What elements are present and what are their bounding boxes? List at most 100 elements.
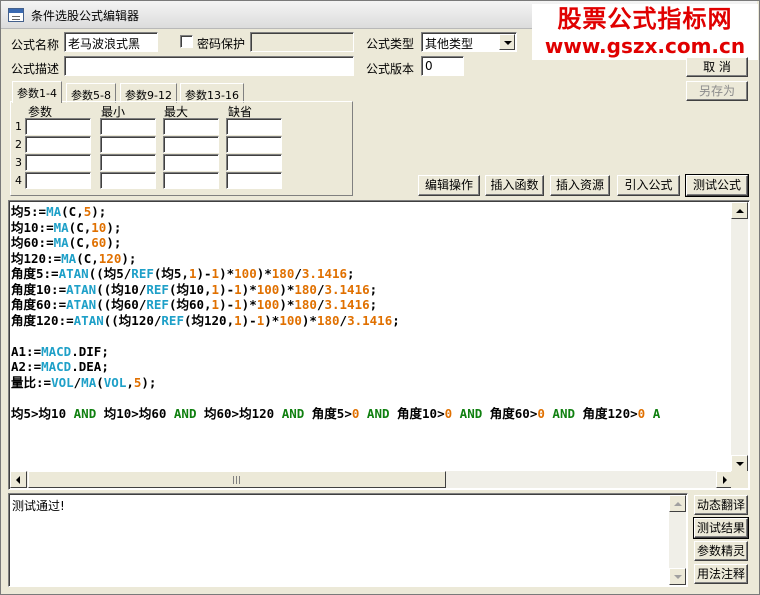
code-token: 1 (211, 281, 220, 297)
param-row-number: 1 (15, 120, 22, 133)
test-output-text: 测试通过! (12, 499, 65, 513)
param-2-default-input[interactable] (226, 136, 282, 153)
code-token: 1 (234, 297, 242, 312)
code-token: 100 (256, 281, 280, 297)
code-token: AND (173, 405, 197, 421)
formula-desc-label: 公式描述 (11, 62, 60, 76)
scroll-down-button[interactable] (731, 455, 748, 472)
password-input[interactable] (250, 32, 354, 52)
param-3-max-input[interactable] (163, 154, 219, 171)
code-token: A2:= (11, 359, 42, 374)
horizontal-scroll-thumb[interactable] (28, 471, 446, 488)
tab-params-1-4[interactable]: 参数1-4 (12, 81, 62, 103)
formula-desc-input[interactable] (64, 56, 354, 76)
code-token: 角度120> (575, 405, 638, 421)
code-token: 角度10> (389, 405, 445, 421)
formula-type-label: 公式类型 (366, 37, 415, 51)
code-token: ATAN (58, 266, 89, 281)
scroll-up-button[interactable] (669, 495, 686, 512)
param-1-min-input[interactable] (100, 118, 156, 135)
usage-notes-button[interactable]: 用法注释 (694, 564, 748, 584)
tab-params-13-16[interactable]: 参数13-16 (180, 83, 244, 103)
code-token: MA (81, 374, 97, 390)
code-token: 角度10:= (11, 281, 67, 297)
param-row-number: 2 (15, 138, 22, 151)
chevron-down-icon[interactable] (499, 34, 515, 50)
code-token: 3.1416 (347, 312, 393, 328)
code-token: MA (46, 204, 62, 219)
arrow-up-icon (674, 502, 682, 506)
param-2-min-input[interactable] (100, 136, 156, 153)
output-vertical-scrollbar[interactable] (669, 495, 686, 585)
code-token: MA (61, 250, 77, 266)
password-protect-checkbox[interactable] (180, 35, 193, 48)
param-4-default-input[interactable] (226, 172, 282, 189)
dynamic-translate-button[interactable]: 动态翻译 (694, 495, 748, 515)
scroll-down-button[interactable] (669, 568, 686, 585)
code-token: ; (347, 266, 355, 281)
tab-params-9-12[interactable]: 参数9-12 (120, 83, 177, 103)
code-token: (C, (68, 235, 92, 250)
code-token: ATAN (66, 281, 97, 297)
scroll-up-button[interactable] (731, 202, 748, 219)
code-vertical-scrollbar[interactable] (731, 202, 748, 472)
param-4-max-input[interactable] (163, 172, 219, 189)
code-token: 60 (91, 235, 107, 250)
save-as-button[interactable]: 另存为 (686, 81, 748, 101)
code-token: 3.1416 (301, 266, 348, 281)
formula-type-select[interactable]: 其他类型 (421, 32, 517, 52)
param-3-name-input[interactable] (25, 154, 91, 171)
test-formula-button[interactable]: 测试公式 (685, 174, 749, 197)
code-token: )* (241, 281, 257, 297)
cancel-button[interactable]: 取 消 (686, 57, 748, 77)
app-icon (8, 8, 24, 22)
param-1-name-input[interactable] (25, 118, 91, 135)
code-text[interactable]: 均5:=MA(C,5); 均10:=MA(C,10); 均60:=MA(C,60);… (11, 204, 733, 468)
code-token: )- (219, 297, 235, 312)
scroll-left-button[interactable] (10, 471, 27, 488)
formula-version-label: 公式版本 (366, 62, 415, 76)
code-line: 角度5:=ATAN((均5/REF(均5,1)-1)*100)*180/3.14… (11, 266, 733, 282)
formula-version-input[interactable]: 0 (421, 56, 464, 76)
code-horizontal-scrollbar[interactable] (10, 471, 733, 488)
code-token: 180 (294, 281, 317, 297)
code-editor[interactable]: 均5:=MA(C,5); 均10:=MA(C,10); 均60:=MA(C,60);… (8, 200, 750, 490)
param-2-name-input[interactable] (25, 136, 91, 153)
code-token: 均120:= (11, 250, 62, 266)
arrow-down-icon (674, 575, 682, 579)
param-2-max-input[interactable] (163, 136, 219, 153)
code-token: 角度5:= (11, 266, 59, 281)
insert-resource-button[interactable]: 插入资源 (550, 175, 610, 196)
code-token: ); (121, 250, 137, 266)
code-token: 均60>均120 (196, 405, 282, 421)
import-formula-button[interactable]: 引入公式 (617, 175, 680, 196)
test-output-panel[interactable]: 测试通过! (8, 493, 688, 587)
param-4-name-input[interactable] (25, 172, 91, 189)
param-3-min-input[interactable] (100, 154, 156, 171)
code-token: / (339, 312, 348, 328)
test-result-button[interactable]: 测试结果 (693, 517, 749, 539)
code-line: 均5>均10 AND 均10>均60 AND 均60>均120 AND 角度5>… (11, 406, 733, 422)
code-token: ); (106, 235, 122, 250)
code-token: (均120, (183, 312, 235, 328)
param-4-min-input[interactable] (100, 172, 156, 189)
window-title: 条件选股公式编辑器 (31, 9, 140, 23)
param-1-max-input[interactable] (163, 118, 219, 135)
code-token: MA (53, 219, 69, 235)
param-wizard-button[interactable]: 参数精灵 (694, 541, 748, 561)
code-token: MA (53, 235, 69, 250)
code-token: 180 (316, 312, 340, 328)
param-3-default-input[interactable] (226, 154, 282, 171)
insert-function-button[interactable]: 插入函数 (485, 175, 544, 196)
code-token: ATAN (66, 297, 97, 312)
tab-params-5-8[interactable]: 参数5-8 (66, 83, 116, 103)
edit-operations-button[interactable]: 编辑操作 (418, 175, 480, 196)
param-1-default-input[interactable] (226, 118, 282, 135)
code-token: AND (459, 405, 483, 421)
code-token: )* (279, 281, 295, 297)
formula-name-input[interactable]: 老马波浪式黑 (64, 32, 158, 52)
code-token: 均10>均60 (96, 405, 174, 421)
watermark-url: www.gszx.com.cn (544, 34, 746, 58)
code-token: , (126, 374, 134, 390)
